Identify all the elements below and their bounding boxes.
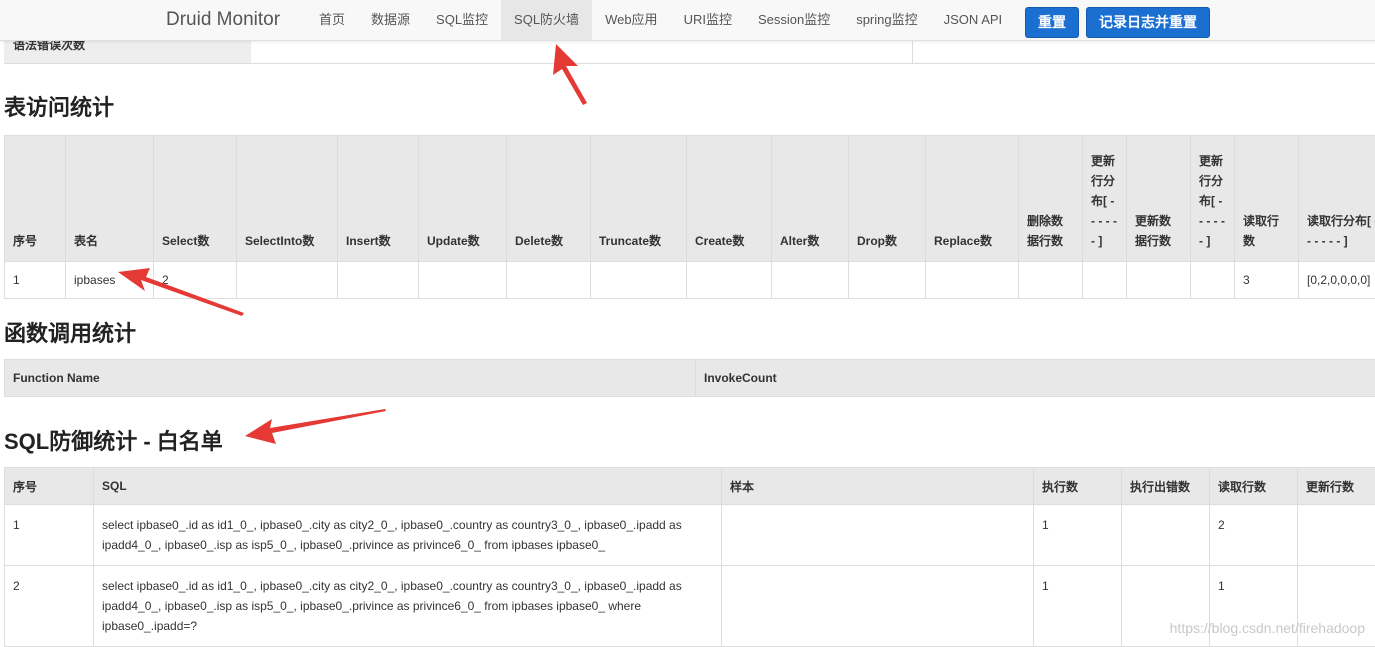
nav-item-spring-monitor[interactable]: spring监控 — [843, 0, 930, 40]
table-row: 1 select ipbase0_.id as id1_0_, ipbase0_… — [5, 505, 1375, 566]
col-header[interactable]: Delete数 — [507, 136, 591, 262]
table-cell — [722, 566, 1034, 647]
col-header[interactable]: Function Name — [5, 360, 696, 397]
col-header[interactable]: 更新行分布[ - - - - - - ] — [1083, 136, 1127, 262]
sql-whitelist-title: SQL防御统计 - 白名单 — [4, 424, 223, 456]
table-cell — [338, 262, 419, 299]
table-cell — [1127, 262, 1191, 299]
table-access-title: 表访问统计 — [4, 90, 114, 122]
syntax-error-label: 语法错误次数 — [4, 40, 251, 63]
col-header[interactable]: Drop数 — [849, 136, 926, 262]
brand-title[interactable]: Druid Monitor — [166, 9, 280, 31]
table-cell — [591, 262, 687, 299]
watermark: https://blog.csdn.net/firehadoop — [1170, 620, 1365, 636]
col-header[interactable]: 更新行数 — [1298, 468, 1375, 505]
table-cell: 1 — [5, 262, 66, 299]
nav-item-home[interactable]: 首页 — [306, 0, 358, 40]
table-cell: 2 — [154, 262, 237, 299]
col-header[interactable]: Truncate数 — [591, 136, 687, 262]
table-cell — [849, 262, 926, 299]
col-header[interactable]: 序号 — [5, 468, 94, 505]
table-cell — [1122, 505, 1210, 566]
table-row: 1 ipbases 2 3 [0,2,0,0,0,0] — [5, 262, 1375, 299]
table-cell — [1298, 505, 1375, 566]
nav-item-session-monitor[interactable]: Session监控 — [745, 0, 843, 40]
table-cell — [507, 262, 591, 299]
sql-text-cell[interactable]: select ipbase0_.id as id1_0_, ipbase0_.c… — [94, 505, 722, 566]
col-header[interactable]: SQL — [94, 468, 722, 505]
col-header[interactable]: SelectInto数 — [237, 136, 338, 262]
nav-item-datasource[interactable]: 数据源 — [358, 0, 423, 40]
col-header[interactable]: 样本 — [722, 468, 1034, 505]
nav-item-uri-monitor[interactable]: URI监控 — [671, 0, 745, 40]
table-cell — [1083, 262, 1127, 299]
table-cell: 3 — [1235, 262, 1299, 299]
col-header[interactable]: Select数 — [154, 136, 237, 262]
table-cell — [1191, 262, 1235, 299]
top-navbar: Druid Monitor 首页 数据源 SQL监控 SQL防火墙 Web应用 … — [0, 0, 1375, 41]
col-header[interactable]: Update数 — [419, 136, 507, 262]
reset-button[interactable]: 重置 — [1025, 7, 1079, 38]
col-header[interactable]: 更新行分布[ - - - - - - ] — [1191, 136, 1235, 262]
table-cell: 1 — [1034, 505, 1122, 566]
table-header-row: 序号 表名 Select数 SelectInto数 Insert数 Update… — [5, 136, 1375, 262]
table-cell — [419, 262, 507, 299]
col-header[interactable]: 读取行数 — [1235, 136, 1299, 262]
table-header-row: 序号 SQL 样本 执行数 执行出错数 读取行数 更新行数 — [5, 468, 1375, 505]
table-cell: 1 — [1034, 566, 1122, 647]
table-cell — [926, 262, 1019, 299]
col-header[interactable]: 序号 — [5, 136, 66, 262]
nav-menu: 首页 数据源 SQL监控 SQL防火墙 Web应用 URI监控 Session监… — [306, 0, 1015, 40]
table-access-stats: 序号 表名 Select数 SelectInto数 Insert数 Update… — [4, 135, 1375, 299]
col-header[interactable]: 读取行数 — [1210, 468, 1298, 505]
table-cell: 2 — [1210, 505, 1298, 566]
table-cell: 1 — [5, 505, 94, 566]
syntax-error-row: 语法错误次数 — [4, 40, 1375, 64]
col-header[interactable]: Insert数 — [338, 136, 419, 262]
log-and-reset-button[interactable]: 记录日志并重置 — [1086, 7, 1210, 38]
table-cell — [687, 262, 772, 299]
nav-item-sql-firewall[interactable]: SQL防火墙 — [501, 0, 592, 40]
table-cell — [1019, 262, 1083, 299]
col-header[interactable]: 执行数 — [1034, 468, 1122, 505]
nav-item-web-app[interactable]: Web应用 — [592, 0, 671, 40]
table-cell: ipbases — [66, 262, 154, 299]
col-header[interactable]: InvokeCount — [696, 360, 1375, 397]
table-cell: [0,2,0,0,0,0] — [1299, 262, 1375, 299]
function-stats-title: 函数调用统计 — [4, 316, 136, 348]
col-header[interactable]: 删除数据行数 — [1019, 136, 1083, 262]
syntax-error-value — [242, 40, 913, 63]
table-cell — [237, 262, 338, 299]
table-cell — [772, 262, 849, 299]
col-header[interactable]: Replace数 — [926, 136, 1019, 262]
nav-item-sql-monitor[interactable]: SQL监控 — [423, 0, 501, 40]
table-cell: 2 — [5, 566, 94, 647]
sql-text-cell[interactable]: select ipbase0_.id as id1_0_, ipbase0_.c… — [94, 566, 722, 647]
table-cell — [722, 505, 1034, 566]
nav-item-json-api[interactable]: JSON API — [931, 0, 1016, 40]
col-header[interactable]: 执行出错数 — [1122, 468, 1210, 505]
col-header[interactable]: 表名 — [66, 136, 154, 262]
function-stats-table: Function Name InvokeCount — [4, 359, 1375, 397]
col-header[interactable]: Alter数 — [772, 136, 849, 262]
col-header[interactable]: 更新数据行数 — [1127, 136, 1191, 262]
col-header[interactable]: Create数 — [687, 136, 772, 262]
table-header-row: Function Name InvokeCount — [5, 360, 1375, 397]
col-header[interactable]: 读取行分布[ - - - - - - ] — [1299, 136, 1375, 262]
